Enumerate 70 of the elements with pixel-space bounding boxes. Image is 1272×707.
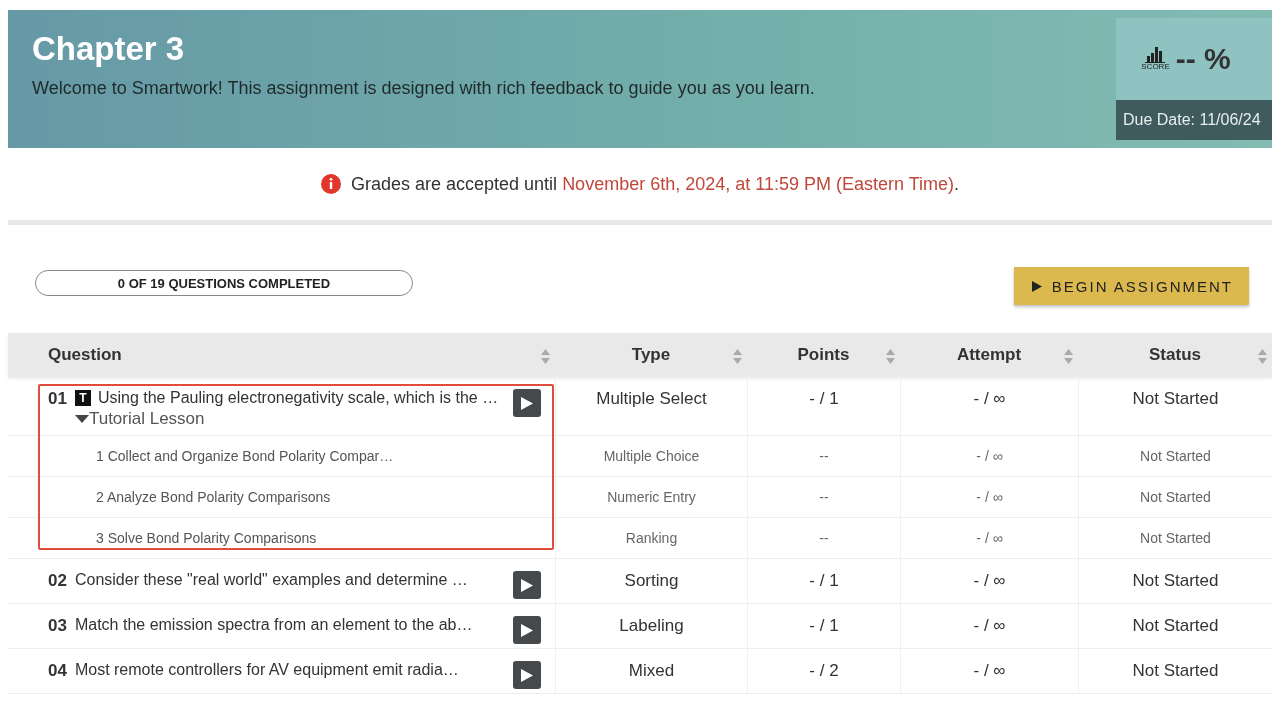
- column-header[interactable]: Points: [797, 345, 850, 365]
- question-number: 04: [48, 661, 67, 681]
- table-cell: --: [819, 448, 829, 464]
- bar-chart-icon: [1145, 47, 1166, 63]
- question-title[interactable]: Consider these "real world" examples and determine …: [74, 571, 468, 589]
- sort-icon[interactable]: [1258, 349, 1267, 364]
- play-icon: [521, 668, 533, 682]
- due-date: Due Date: 11/06/24: [1116, 100, 1272, 140]
- step-title[interactable]: 1 Collect and Organize Bond Polarity Compar…: [96, 448, 394, 464]
- table-cell: Multiple Choice: [603, 448, 700, 464]
- score-value: -- %: [1175, 42, 1231, 76]
- table-cell: Not Started: [1140, 530, 1211, 546]
- play-icon: [521, 623, 533, 637]
- table-cell: Multiple Select: [596, 389, 707, 409]
- table-cell: --: [819, 489, 829, 505]
- info-icon: [321, 174, 341, 194]
- begin-assignment-button[interactable]: BEGIN ASSIGNMENT: [1013, 267, 1249, 305]
- tutorial-badge: T: [74, 390, 91, 406]
- table-cell: - / 1: [809, 616, 839, 636]
- table-cell: Not Started: [1132, 571, 1219, 591]
- column-header[interactable]: Question: [48, 345, 122, 365]
- question-number: 01: [48, 389, 67, 409]
- play-icon: [1031, 280, 1042, 292]
- score-label: SCORE: [1141, 63, 1170, 71]
- progress-label: 0 OF 19 QUESTIONS COMPLETED: [117, 275, 331, 291]
- table-cell: - / ∞: [976, 448, 1003, 464]
- assignment-description: Welcome to Smartwork! This assignment is designed with rich feedback to guide you as you learn.: [32, 78, 816, 99]
- play-button[interactable]: [513, 571, 541, 599]
- table-cell: Not Started: [1140, 448, 1211, 464]
- play-button[interactable]: [513, 661, 541, 689]
- play-icon: [521, 578, 533, 592]
- table-cell: - / ∞: [976, 530, 1003, 546]
- column-header[interactable]: Type: [631, 345, 671, 365]
- tutorial-lesson-toggle[interactable]: Tutorial Lesson: [74, 409, 505, 429]
- table-cell: - / 2: [809, 661, 839, 681]
- table-cell: - / ∞: [973, 661, 1006, 681]
- question-title[interactable]: Match the emission spectra from an element to the ab…: [74, 616, 473, 634]
- table-cell: - / ∞: [973, 616, 1006, 636]
- table-cell: - / ∞: [976, 489, 1003, 505]
- table-cell: Not Started: [1140, 489, 1211, 505]
- table-cell: Numeric Entry: [607, 489, 696, 505]
- sort-icon[interactable]: [1064, 349, 1073, 364]
- step-title[interactable]: 3 Solve Bond Polarity Comparisons: [96, 530, 317, 546]
- table-cell: Not Started: [1132, 661, 1219, 681]
- grades-notice: Grades are accepted until November 6th, 2024, at 11:59 PM (Eastern Time).: [351, 173, 959, 195]
- table-cell: - / 1: [809, 571, 839, 591]
- table-cell: Mixed: [628, 661, 675, 681]
- question-number: 02: [48, 571, 67, 591]
- table-cell: Ranking: [625, 530, 678, 546]
- column-header[interactable]: Attempt: [956, 345, 1022, 365]
- table-cell: - / ∞: [973, 389, 1006, 409]
- table-cell: Not Started: [1132, 389, 1219, 409]
- table-cell: - / ∞: [973, 571, 1006, 591]
- table-cell: Sorting: [624, 571, 679, 591]
- assignment-title: Chapter 3: [32, 30, 186, 68]
- play-button[interactable]: [513, 616, 541, 644]
- question-title[interactable]: Using the Pauling electronegativity scale, which is the …: [97, 389, 499, 407]
- sort-icon[interactable]: [733, 349, 742, 364]
- sort-icon[interactable]: [541, 349, 550, 364]
- table-cell: --: [819, 530, 829, 546]
- question-title[interactable]: Most remote controllers for AV equipment emit radia…: [74, 661, 459, 679]
- sort-icon[interactable]: [886, 349, 895, 364]
- step-title[interactable]: 2 Analyze Bond Polarity Comparisons: [96, 489, 331, 505]
- play-icon: [521, 396, 533, 410]
- column-header[interactable]: Status: [1149, 345, 1201, 365]
- table-cell: - / 1: [809, 389, 839, 409]
- question-number: 03: [48, 616, 67, 636]
- table-cell: Not Started: [1132, 616, 1219, 636]
- play-button[interactable]: [513, 389, 541, 417]
- table-cell: Labeling: [619, 616, 684, 636]
